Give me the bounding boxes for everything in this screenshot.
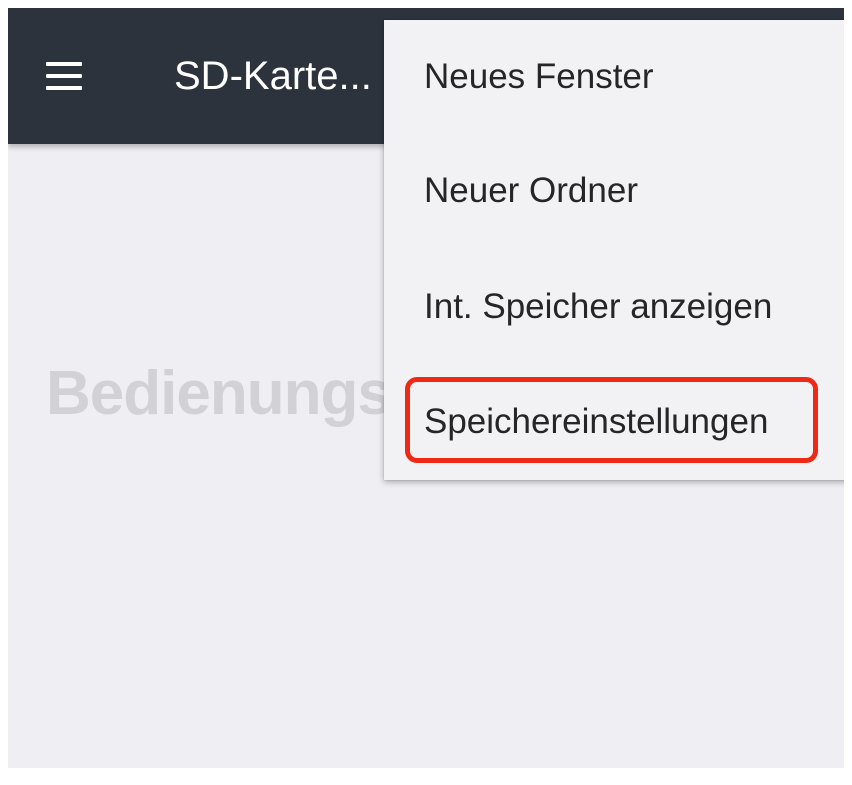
overflow-menu: Neues Fenster Neuer Ordner Int. Speicher…	[384, 20, 844, 480]
app-title: SD-Karte...	[174, 54, 372, 98]
menu-item-label: Neuer Ordner	[424, 171, 638, 210]
menu-item-neues-fenster[interactable]: Neues Fenster	[384, 20, 844, 134]
menu-item-label: Int. Speicher anzeigen	[424, 287, 773, 326]
menu-item-neuer-ordner[interactable]: Neuer Ordner	[384, 134, 844, 248]
menu-item-int-speicher-anzeigen[interactable]: Int. Speicher anzeigen	[384, 250, 844, 364]
menu-item-label: Speichereinstellungen	[424, 402, 769, 441]
menu-item-label: Neues Fenster	[424, 57, 654, 96]
menu-item-speichereinstellungen[interactable]: Speichereinstellungen	[384, 365, 844, 479]
device-screen: SD-Karte... Bedienungsanleitung24.de Neu…	[8, 8, 844, 768]
hamburger-menu-icon[interactable]	[36, 48, 92, 104]
